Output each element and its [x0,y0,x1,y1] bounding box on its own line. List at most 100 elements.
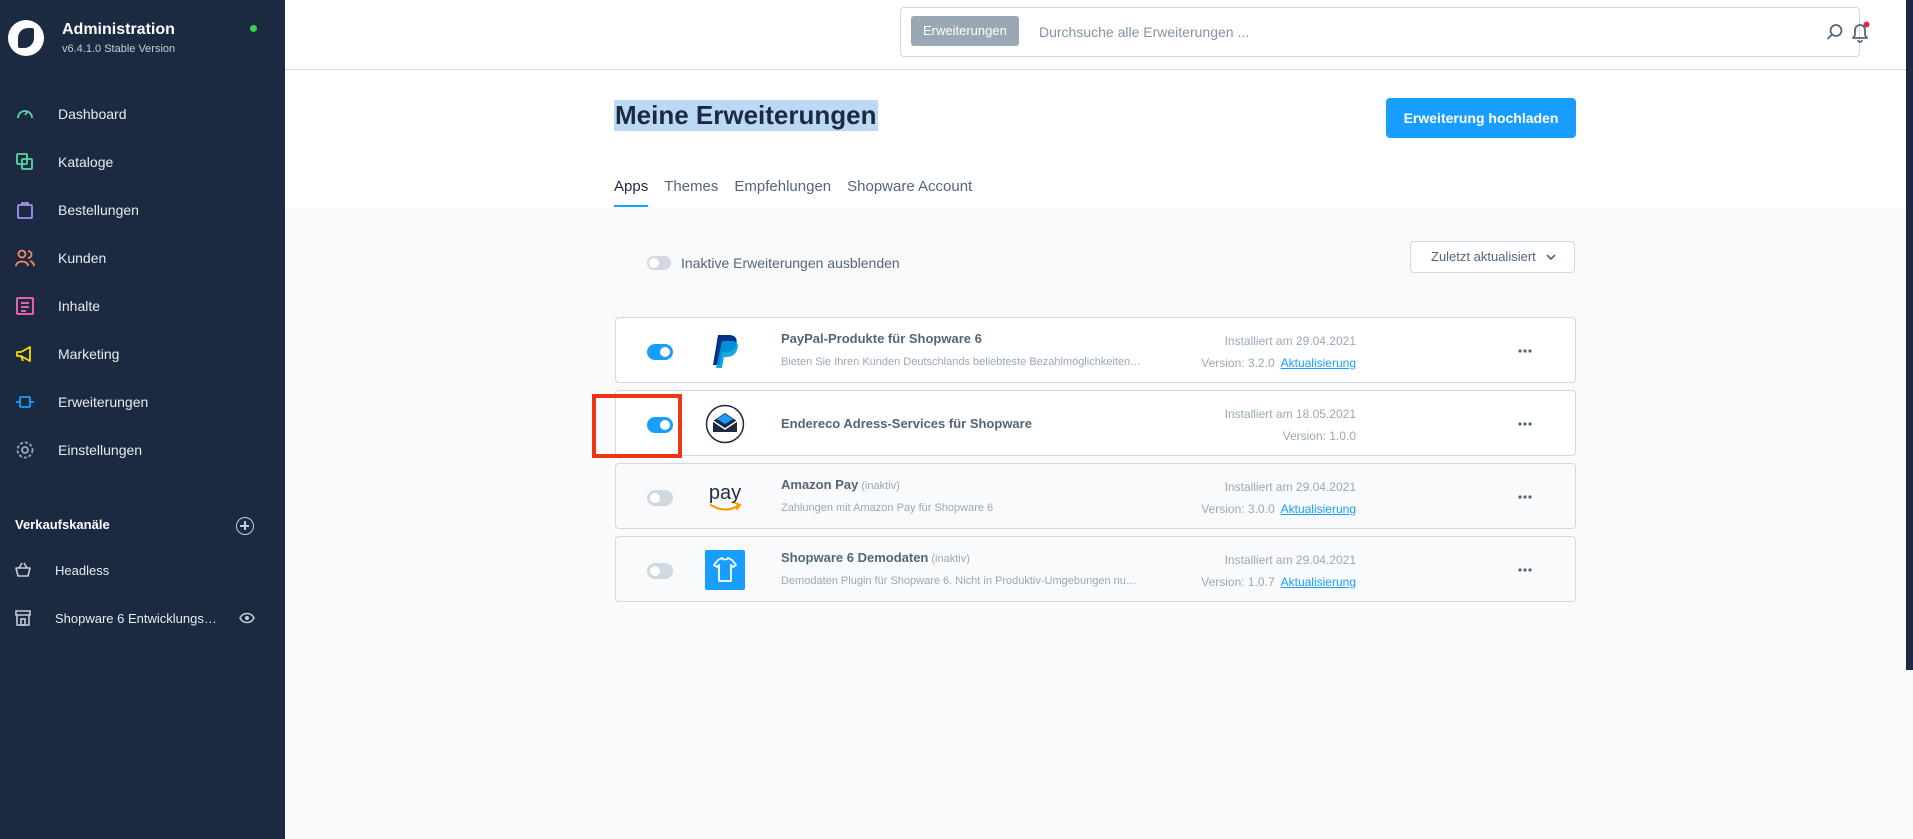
online-status-dot [250,25,257,32]
more-options-icon[interactable] [1517,567,1533,573]
sidebar-item-label: Bestellungen [58,202,139,218]
tab-apps[interactable]: Apps [614,178,649,207]
hide-inactive-label: Inaktive Erweiterungen ausblenden [681,255,900,271]
extension-inactive-badge: (inaktiv) [861,480,900,492]
channel-label: Headless [55,563,110,578]
users-icon [15,249,35,267]
extension-active-toggle[interactable] [647,563,673,579]
tab-themes[interactable]: Themes [664,178,718,207]
tab-empfehlungen[interactable]: Empfehlungen [734,178,831,207]
plug-icon [16,396,34,408]
amazon-pay-logo-icon: pay [709,482,742,511]
extension-name-text: Amazon Pay [781,477,859,492]
sidebar-item-label: Inhalte [58,298,101,314]
extension-description: Demodaten Plugin für Shopware 6. Nicht i… [781,575,1137,587]
extension-installed-date: Installiert am 29.04.2021 [1224,480,1356,494]
more-options-icon[interactable] [1517,421,1533,427]
extension-installed-date: Installiert am 18.05.2021 [1224,407,1356,421]
extension-version-line: Version: 3.2.0 Aktualisierung [1201,356,1356,370]
shopware-logo-icon [8,20,44,56]
extension-update-link[interactable]: Aktualisierung [1281,502,1356,516]
brand-version: v6.4.1.0 Stable Version [62,43,176,55]
extension-name: PayPal-Produkte für Shopware 6 [781,331,982,346]
search-icon[interactable] [1826,23,1844,41]
shopping-bag-icon [17,202,33,219]
extension-inactive-badge: (inaktiv) [931,553,970,565]
tab-bar: Apps Themes Empfehlungen Shopware Accoun… [614,178,988,207]
extension-update-link[interactable]: Aktualisierung [1281,575,1356,589]
extension-description: Zahlungen mit Amazon Pay für Shopware 6 [781,502,994,514]
extension-version: Version: 1.0.7 [1201,575,1275,589]
extension-installed-date: Installiert am 29.04.2021 [1224,334,1356,348]
extension-version-line: Version: 1.0.0 [1283,429,1356,443]
extension-version-line: Version: 3.0.0 Aktualisierung [1201,502,1356,516]
sidebar-item-erweiterungen[interactable]: Erweiterungen [0,382,285,422]
sidebar-item-marketing[interactable]: Marketing [0,334,285,374]
sidebar-item-einstellungen[interactable]: Einstellungen [0,430,285,470]
upload-extension-button[interactable]: Erweiterung hochladen [1386,98,1576,138]
page-title: Meine Erweiterungen [614,100,878,131]
chevron-down-icon [1546,254,1556,261]
sidebar-item-label: Einstellungen [58,442,143,458]
extension-update-link[interactable]: Aktualisierung [1281,356,1356,370]
channel-label: Shopware 6 Entwicklungs… [55,611,217,626]
sidebar-item-label: Marketing [58,346,120,362]
topbar: Erweiterungen [285,0,1913,70]
more-options-icon[interactable] [1517,348,1533,354]
add-sales-channel-icon[interactable] [236,517,254,535]
extension-card-demodaten: Shopware 6 Demodaten (inaktiv) Demodaten … [615,536,1576,602]
extension-installed-date: Installiert am 29.04.2021 [1224,553,1356,567]
more-options-icon[interactable] [1517,494,1533,500]
sidebar-channel-headless[interactable]: Headless [0,551,285,591]
sidebar-item-kunden[interactable]: Kunden [0,238,285,278]
sidebar: Administration v6.4.1.0 Stable Version D… [0,0,285,839]
extension-version: Version: 3.0.0 [1201,502,1275,516]
amazon-pay-logo-text: pay [709,482,741,504]
sidebar-item-label: Kunden [58,250,107,266]
hide-inactive-toggle[interactable] [647,256,671,270]
sidebar-channel-storefront[interactable]: Shopware 6 Entwicklungs… [0,599,285,639]
sort-select-value: Zuletzt aktualisiert [1431,249,1536,264]
extension-name-text: Shopware 6 Demodaten [781,550,929,565]
extension-card-paypal: PayPal-Produkte für Shopware 6 Bieten Si… [615,317,1576,383]
sidebar-item-bestellungen[interactable]: Bestellungen [0,190,285,230]
extension-name: Amazon Pay (inaktiv) [781,477,900,492]
catalog-icon [16,153,33,170]
extension-card-endereco: Endereco Adress-Services für Shopware In… [615,390,1576,456]
brand-header[interactable]: Administration v6.4.1.0 Stable Version [0,0,285,76]
extension-name: Endereco Adress-Services für Shopware [781,416,1032,431]
page-scrollbar[interactable] [1906,0,1913,670]
extension-version: Version: 3.2.0 [1201,356,1275,370]
sort-select[interactable]: Zuletzt aktualisiert [1410,241,1575,273]
tshirt-logo-icon [705,550,745,590]
basket-icon [15,562,31,577]
extension-card-amazon-pay: pay Amazon Pay (inaktiv) Zahlungen mit Am… [615,463,1576,529]
gear-icon [16,441,34,459]
extension-active-toggle[interactable] [647,344,673,360]
endereco-logo-icon [705,404,745,444]
sidebar-item-label: Kataloge [58,154,114,170]
content-icon [16,297,34,315]
sidebar-item-label: Erweiterungen [58,394,149,410]
brand-title: Administration [62,21,175,38]
sidebar-item-kataloge[interactable]: Kataloge [0,142,285,182]
paypal-logo-icon [713,335,738,368]
megaphone-icon [16,346,31,362]
eye-icon[interactable] [239,612,255,624]
sidebar-item-label: Dashboard [58,106,127,122]
notification-bell-icon[interactable] [1848,20,1872,44]
search-type-chip[interactable]: Erweiterungen [911,16,1019,46]
sales-channels-title: Verkaufskanäle [15,517,110,532]
extension-active-toggle[interactable] [647,490,673,506]
extension-description: Bieten Sie Ihren Kunden Deutschlands bel… [781,356,1142,368]
extension-version: Version: 1.0.0 [1282,429,1356,443]
extension-active-toggle[interactable] [647,417,673,433]
sidebar-item-inhalte[interactable]: Inhalte [0,286,285,326]
search-bar[interactable]: Erweiterungen [900,7,1860,57]
storefront-icon [15,610,31,626]
tab-shopware-account[interactable]: Shopware Account [847,178,972,207]
search-input[interactable] [1039,18,1799,46]
sidebar-item-dashboard[interactable]: Dashboard [0,94,285,134]
extension-version-line: Version: 1.0.7 Aktualisierung [1201,575,1356,589]
dashboard-icon [17,110,33,119]
